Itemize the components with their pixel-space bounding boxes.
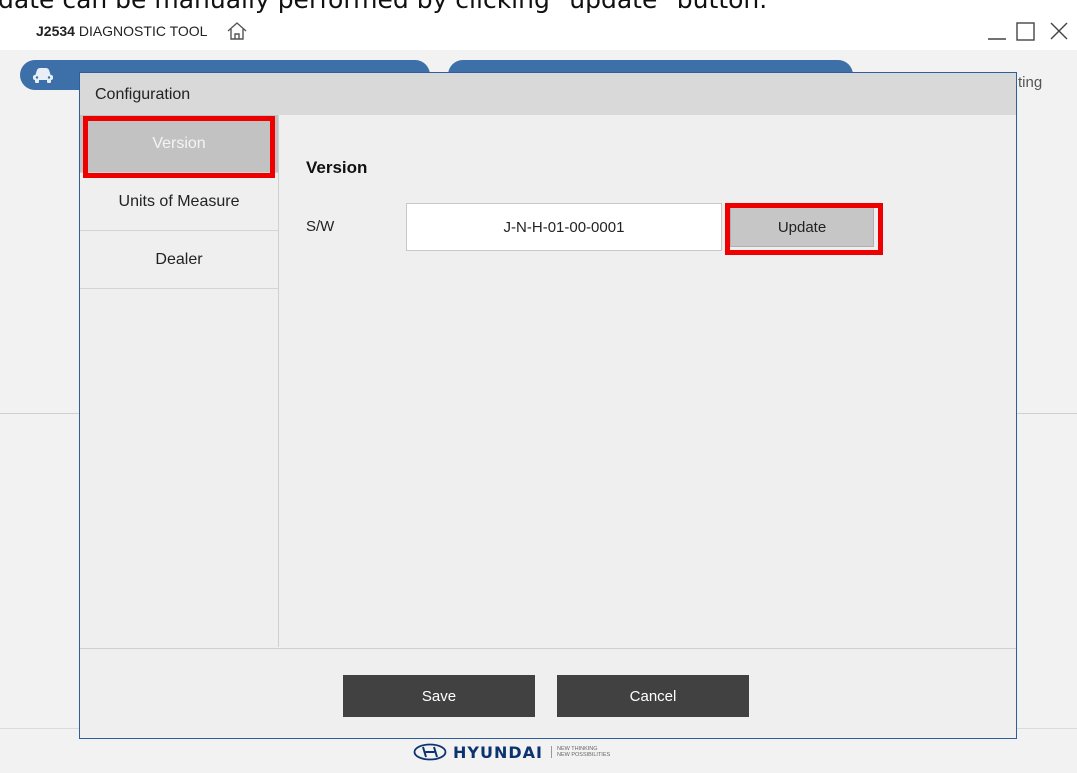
sidebar-item-units-of-measure[interactable]: Units of Measure (80, 173, 278, 231)
instruction-caption-text: date can be manually performed by clicki… (0, 0, 767, 14)
background-tab-label: ting (1018, 74, 1043, 91)
app-title-bold: J2534 (36, 23, 75, 39)
cancel-button-label: Cancel (629, 687, 677, 705)
sidebar-item-dealer[interactable]: Dealer (80, 231, 278, 289)
brand-tagline: NEW THINKING NEW POSSIBILITIES (550, 746, 611, 758)
hyundai-logo: HYUNDAI NEW THINKING NEW POSSIBILITIES (413, 742, 610, 762)
close-icon[interactable] (1046, 18, 1072, 44)
config-sidebar: Version Units of Measure Dealer (80, 115, 279, 647)
minimize-icon[interactable] (984, 18, 1010, 44)
sw-label: S/W (306, 218, 335, 235)
instruction-caption: date can be manually performed by clicki… (0, 0, 1077, 14)
app-window: J2534 DIAGNOSTIC TOOL ting HYUNDAI NEW T… (0, 14, 1077, 773)
dialog-footer: Save Cancel (80, 648, 1016, 738)
save-button[interactable]: Save (343, 675, 535, 717)
version-panel: Version S/W J-N-H-01-00-0001 Update (280, 115, 1016, 647)
configuration-dialog: Configuration Version Units of Measure D… (79, 72, 1017, 739)
cancel-button[interactable]: Cancel (557, 675, 749, 717)
dialog-header: Configuration (80, 73, 1016, 115)
sidebar-item-label: Units of Measure (118, 192, 240, 210)
car-icon (33, 68, 53, 83)
title-bar: J2534 DIAGNOSTIC TOOL (0, 14, 1077, 50)
hyundai-logo-icon (413, 743, 447, 761)
app-title: J2534 DIAGNOSTIC TOOL (36, 22, 207, 40)
maximize-icon[interactable] (1013, 18, 1039, 44)
version-highlight-box (83, 116, 275, 178)
brand-tagline-2: NEW POSSIBILITIES (556, 752, 611, 758)
sw-version-value: J-N-H-01-00-0001 (503, 218, 625, 236)
home-icon[interactable] (226, 21, 248, 41)
app-title-rest: DIAGNOSTIC TOOL (74, 23, 208, 39)
update-highlight-box (725, 203, 883, 255)
save-button-label: Save (421, 687, 457, 705)
brand-name: HYUNDAI (453, 742, 543, 762)
sidebar-item-label: Dealer (155, 250, 203, 268)
section-title: Version (306, 158, 368, 177)
sw-version-field: J-N-H-01-00-0001 (406, 203, 722, 251)
dialog-title: Configuration (95, 86, 191, 103)
